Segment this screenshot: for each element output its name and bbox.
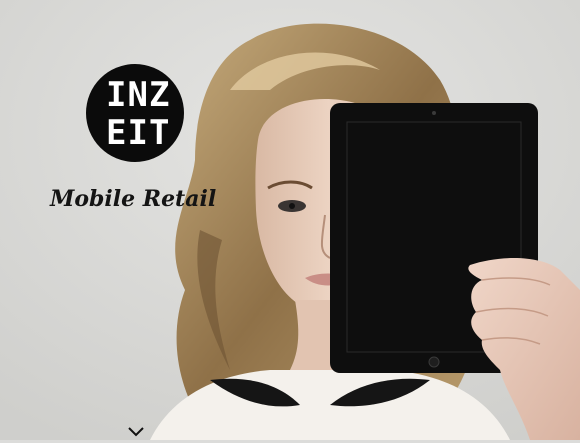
logo-text-line2: EIT [106, 113, 171, 153]
chevron-down-icon[interactable] [127, 424, 145, 438]
hero-tagline: Mobile Retail [50, 186, 217, 212]
model-with-tablet-illustration [0, 0, 580, 440]
logo-text-line1: INZ [106, 75, 171, 115]
hero-image [0, 0, 580, 440]
brand-logo[interactable]: INZ EIT [86, 64, 184, 162]
